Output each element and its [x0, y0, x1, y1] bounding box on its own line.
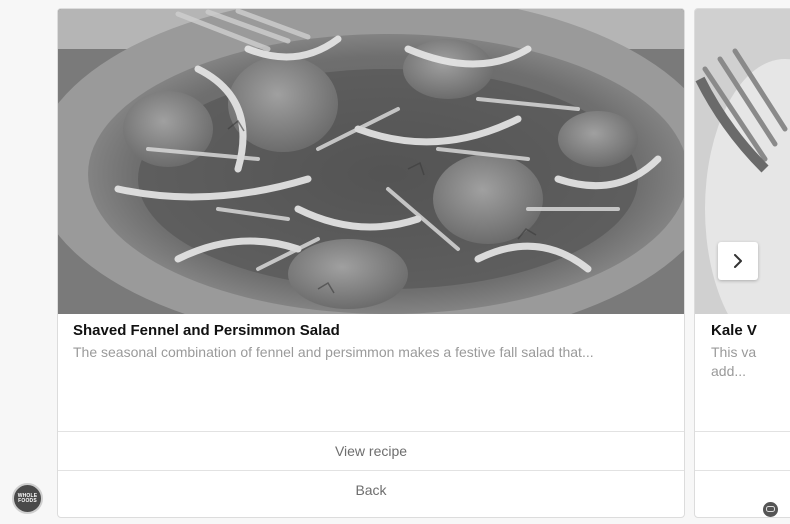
salad-photo — [58, 9, 684, 314]
carousel-viewport: Shaved Fennel and Persimmon Salad The se… — [0, 0, 790, 524]
chevron-right-icon — [734, 254, 742, 268]
back-button[interactable]: Back — [58, 470, 684, 509]
recipe-image — [58, 9, 684, 314]
recipe-description: The seasonal combination of fennel and p… — [73, 344, 594, 360]
whole-foods-logo: WHOLE FOODS — [17, 492, 38, 504]
recipe-description-next: This va add... — [711, 344, 757, 379]
recipe-card: Shaved Fennel and Persimmon Salad The se… — [57, 8, 685, 518]
view-recipe-button[interactable]: View recipe — [58, 431, 684, 470]
view-recipe-button-next[interactable] — [695, 431, 790, 470]
chat-bubble-glyph — [766, 506, 775, 512]
back-button-next[interactable] — [695, 470, 790, 509]
recipe-card-next-body: Kale V This va add... — [695, 314, 790, 431]
carousel-next-button[interactable] — [718, 242, 758, 280]
recipe-title-next: Kale V — [711, 322, 757, 339]
chat-bubble-icon[interactable] — [763, 502, 778, 517]
recipe-title: Shaved Fennel and Persimmon Salad — [73, 322, 340, 339]
whole-foods-avatar: WHOLE FOODS — [12, 483, 43, 514]
recipe-card-body: Shaved Fennel and Persimmon Salad The se… — [58, 314, 684, 431]
